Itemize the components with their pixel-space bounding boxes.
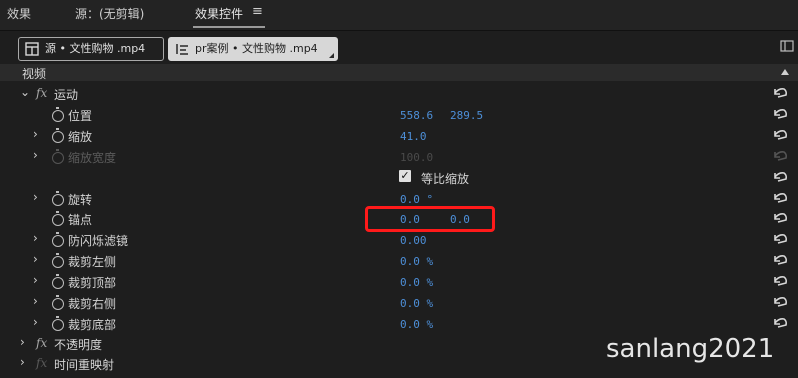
stopwatch-icon[interactable]: [52, 107, 64, 122]
time-remap-label: 时间重映射: [54, 358, 115, 372]
stopwatch-icon[interactable]: [52, 191, 64, 206]
scale-value[interactable]: 41.0: [400, 130, 427, 143]
stopwatch-icon[interactable]: [52, 232, 64, 247]
stopwatch-icon[interactable]: [52, 316, 64, 331]
dropdown-corner-icon: [329, 53, 334, 58]
reset-icon[interactable]: [772, 232, 788, 246]
anchor-point-label: 锚点: [68, 213, 93, 227]
sequence-icon: [176, 44, 188, 55]
crop-right-value[interactable]: 0.0 %: [400, 297, 433, 310]
chevron-right-icon[interactable]: ›: [33, 273, 38, 287]
video-section-label: 视频: [22, 67, 47, 81]
antiflicker-row: › 防闪烁滤镜 0.00: [0, 229, 798, 250]
motion-label: 运动: [54, 88, 79, 102]
crop-bottom-row: › 裁剪底部 0.0 %: [0, 313, 798, 334]
stopwatch-icon[interactable]: [52, 211, 64, 226]
panel-tab-bar: 效果 源：(无剪辑) 效果控件 ≡: [0, 0, 798, 31]
chevron-right-icon[interactable]: ›: [33, 315, 38, 329]
chevron-right-icon[interactable]: ›: [20, 355, 25, 369]
reset-icon[interactable]: [772, 128, 788, 142]
crop-left-row: › 裁剪左侧 0.0 %: [0, 250, 798, 271]
position-y-value[interactable]: 289.5: [450, 109, 483, 122]
reset-icon[interactable]: [772, 295, 788, 309]
collapse-up-icon[interactable]: [781, 69, 789, 75]
clip-icon: [25, 42, 39, 56]
scale-label: 缩放: [68, 130, 93, 144]
chevron-right-icon[interactable]: ›: [33, 148, 38, 162]
chevron-right-icon[interactable]: ›: [33, 231, 38, 245]
position-label: 位置: [68, 109, 93, 123]
stopwatch-icon[interactable]: [52, 253, 64, 268]
crop-top-value[interactable]: 0.0 %: [400, 276, 433, 289]
tab-effects[interactable]: 效果: [7, 5, 31, 22]
crop-bottom-value[interactable]: 0.0 %: [400, 318, 433, 331]
source-clip-button[interactable]: 源 • 文性购物 .mp4: [18, 37, 164, 61]
chevron-right-icon[interactable]: ›: [20, 335, 25, 349]
tab-effect-controls[interactable]: 效果控件: [195, 5, 243, 22]
chevron-right-icon[interactable]: ›: [33, 127, 38, 141]
antiflicker-label: 防闪烁滤镜: [68, 234, 129, 248]
source-clip-label: 源 • 文性购物 .mp4: [45, 42, 146, 55]
scale-row: › 缩放 41.0: [0, 125, 798, 146]
sequence-clip-button[interactable]: pr案例 • 文性购物 .mp4: [168, 37, 338, 61]
reset-icon[interactable]: [772, 253, 788, 267]
antiflicker-value[interactable]: 0.00: [400, 234, 427, 247]
rotation-value[interactable]: 0.0 °: [400, 193, 433, 206]
crop-right-row: › 裁剪右侧 0.0 %: [0, 292, 798, 313]
motion-effect-row[interactable]: ⌄ fx 运动: [0, 83, 798, 104]
scale-width-row: › 缩放宽度 100.0: [0, 146, 798, 167]
reset-icon[interactable]: [772, 170, 788, 184]
reset-icon[interactable]: [772, 316, 788, 330]
reset-icon[interactable]: [772, 191, 788, 205]
crop-left-value[interactable]: 0.0 %: [400, 255, 433, 268]
tab-source[interactable]: 源：(无剪辑): [75, 5, 144, 22]
crop-top-row: › 裁剪顶部 0.0 %: [0, 271, 798, 292]
stopwatch-icon[interactable]: [52, 274, 64, 289]
fx-icon[interactable]: fx: [36, 86, 47, 100]
chevron-right-icon[interactable]: ›: [33, 190, 38, 204]
sequence-clip-label: pr案例 • 文性购物 .mp4: [195, 42, 318, 55]
fx-icon[interactable]: fx: [36, 336, 47, 350]
position-x-value[interactable]: 558.6: [400, 109, 433, 122]
video-section-header[interactable]: 视频: [0, 64, 798, 81]
crop-left-label: 裁剪左侧: [68, 255, 117, 269]
scale-width-label: 缩放宽度: [68, 151, 117, 165]
watermark-text: sanlang2021: [606, 334, 775, 364]
opacity-label: 不透明度: [54, 338, 103, 352]
stopwatch-icon[interactable]: [52, 128, 64, 143]
stopwatch-icon: [52, 149, 64, 164]
scale-width-value: 100.0: [400, 151, 434, 164]
position-row: 位置 558.6 289.5: [0, 104, 798, 125]
timeline-toggle-icon[interactable]: [780, 40, 794, 52]
crop-bottom-label: 裁剪底部: [68, 318, 117, 332]
rotation-label: 旋转: [68, 193, 93, 207]
reset-icon[interactable]: [772, 86, 788, 100]
fx-icon: fx: [36, 356, 48, 370]
reset-icon: [774, 151, 788, 161]
stopwatch-icon[interactable]: [52, 295, 64, 310]
reset-icon[interactable]: [772, 211, 788, 225]
active-tab-underline: [193, 26, 265, 28]
panel-menu-icon[interactable]: ≡: [252, 4, 263, 19]
crop-right-label: 裁剪右侧: [68, 297, 117, 311]
chevron-down-icon[interactable]: ⌄: [20, 85, 30, 99]
reset-icon[interactable]: [772, 107, 788, 121]
reset-icon[interactable]: [772, 274, 788, 288]
uniform-scale-checkbox[interactable]: ✓: [399, 170, 411, 182]
chevron-right-icon[interactable]: ›: [33, 252, 38, 266]
chevron-right-icon[interactable]: ›: [33, 294, 38, 308]
uniform-scale-label: 等比缩放: [421, 172, 470, 186]
crop-top-label: 裁剪顶部: [68, 276, 117, 290]
